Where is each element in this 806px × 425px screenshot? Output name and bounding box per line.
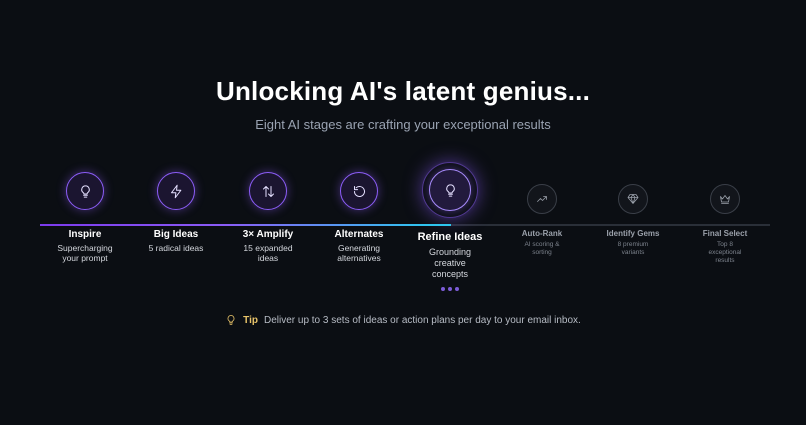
swap-arrows-icon [262,185,274,197]
lightning-icon [170,184,181,198]
lightbulb-icon [80,184,90,198]
crown-icon [720,195,730,204]
progress-page: Unlocking AI's latent genius... Eight AI… [0,0,806,425]
stage-description: Supercharging your prompt [57,243,113,263]
stage-name: Refine Ideas [417,231,483,243]
stage-description: Grounding creative concepts [428,247,472,279]
stage-name: Inspire [68,229,102,240]
stage-refine-ideas: Refine Ideas Grounding creative concepts [395,162,505,291]
stage-description: 5 radical ideas [148,243,204,253]
tip-label: Tip [243,314,258,326]
stage-icon-circle [157,172,195,210]
stage-3x-amplify: 3× Amplify 15 expanded ideas [220,172,316,263]
active-stage-halo [422,162,478,218]
stage-big-ideas: Big Ideas 5 radical ideas [128,172,224,253]
stage-name: Identify Gems [606,229,660,238]
tip-text: Deliver up to 3 sets of ideas or action … [263,314,581,326]
page-subtitle: Eight AI stages are crafting your except… [255,117,551,132]
stage-description: Top 8 exceptional results [708,241,742,264]
stage-icon-circle [429,169,471,211]
stage-description: AI scoring & sorting [524,241,560,256]
refresh-icon [353,185,365,197]
gem-icon [627,194,639,204]
stage-description: Generating alternatives [337,243,381,263]
stage-inspire: Inspire Supercharging your prompt [37,172,133,263]
stage-name: Final Select [702,229,748,238]
stage-icon-circle [527,184,557,214]
stage-alternates: Alternates Generating alternatives [311,172,407,263]
tip-banner: Tip Deliver up to 3 sets of ideas or act… [0,314,806,326]
loading-dots [441,287,459,291]
stage-identify-gems: Identify Gems 8 premium variants [588,184,678,257]
stage-name: Alternates [334,229,384,240]
stage-name: Auto-Rank [521,229,563,238]
lightbulb-icon [227,315,235,325]
stage-icon-circle [66,172,104,210]
page-title: Unlocking AI's latent genius... [215,76,591,106]
stage-auto-rank: Auto-Rank AI scoring & sorting [497,184,587,257]
stage-description: 8 premium variants [617,241,649,256]
stage-icon-circle [340,172,378,210]
stage-name: Big Ideas [153,229,199,240]
stage-icon-circle [618,184,648,214]
trend-up-icon [537,196,547,202]
lightbulb-icon [445,183,455,197]
stage-name: 3× Amplify [242,229,294,240]
stage-description: 15 expanded ideas [243,243,293,263]
stage-final-select: Final Select Top 8 exceptional results [680,184,770,265]
stage-icon-circle [710,184,740,214]
stage-icon-circle [249,172,287,210]
